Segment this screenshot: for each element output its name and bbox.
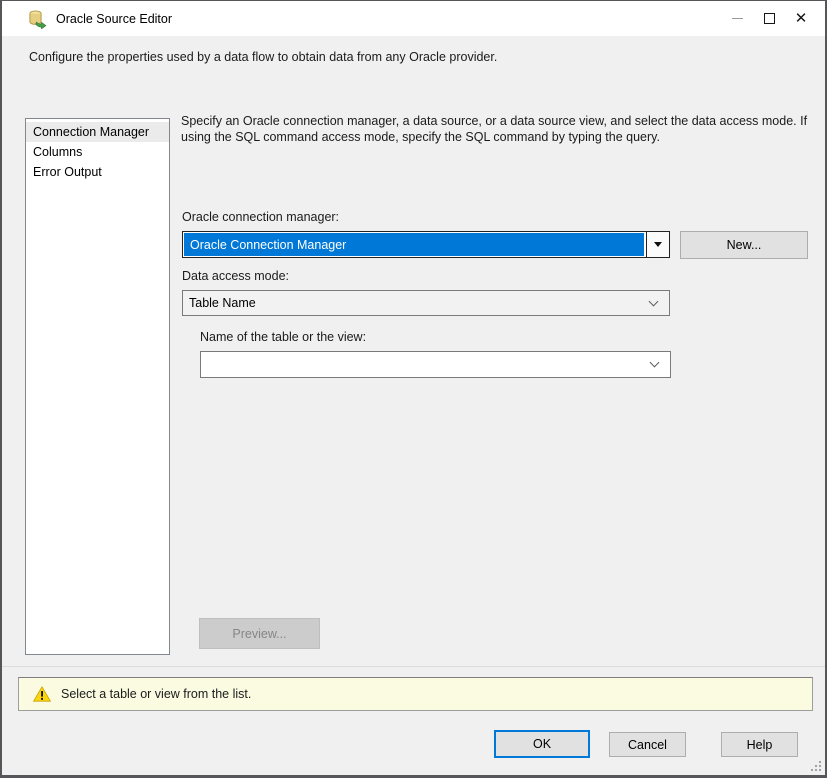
window-title: Oracle Source Editor: [56, 11, 173, 26]
dialog-description: Configure the properties used by a data …: [29, 50, 498, 64]
title-bar[interactable]: Oracle Source Editor ✕: [2, 1, 825, 36]
sidebar-item-columns[interactable]: Columns: [26, 142, 169, 162]
sidebar-item-connection-manager[interactable]: Connection Manager: [26, 122, 169, 142]
connection-manager-combobox[interactable]: Oracle Connection Manager: [182, 231, 670, 258]
warning-bar: Select a table or view from the list.: [18, 677, 813, 711]
table-name-combobox[interactable]: [200, 351, 671, 378]
close-button[interactable]: ✕: [785, 1, 817, 36]
oracle-source-editor-dialog: Oracle Source Editor ✕ Configure the pro…: [0, 0, 827, 778]
chevron-down-icon: [649, 357, 660, 368]
minimize-button[interactable]: [721, 1, 753, 36]
help-button[interactable]: Help: [721, 732, 798, 757]
maximize-icon: [763, 13, 775, 24]
data-access-mode-combobox[interactable]: Table Name: [182, 290, 670, 316]
dropdown-arrow-icon: [654, 242, 662, 247]
connection-manager-label: Oracle connection manager:: [182, 210, 340, 224]
new-connection-button[interactable]: New...: [680, 231, 808, 259]
minimize-icon: [731, 18, 743, 19]
preview-button[interactable]: Preview...: [199, 618, 320, 649]
panel-description: Specify an Oracle connection manager, a …: [181, 114, 808, 144]
sidebar-item-error-output[interactable]: Error Output: [26, 162, 169, 182]
page-list: Connection Manager Columns Error Output: [25, 118, 170, 655]
cancel-button[interactable]: Cancel: [609, 732, 686, 757]
ok-button[interactable]: OK: [494, 730, 590, 758]
connection-manager-dropdown-button[interactable]: [646, 232, 669, 257]
data-access-mode-label: Data access mode:: [182, 269, 289, 283]
window-controls: ✕: [721, 1, 817, 36]
maximize-button[interactable]: [753, 1, 785, 36]
connection-manager-value: Oracle Connection Manager: [184, 233, 644, 256]
app-database-icon: [29, 10, 47, 29]
chevron-down-icon: [648, 296, 659, 306]
table-name-label: Name of the table or the view:: [200, 330, 367, 344]
data-access-mode-value: Table Name: [189, 296, 256, 310]
warning-message: Select a table or view from the list.: [61, 687, 252, 701]
warning-triangle-icon: [33, 686, 51, 702]
resize-grip[interactable]: [810, 760, 821, 771]
close-icon: ✕: [794, 10, 808, 27]
bottom-separator: [2, 666, 825, 667]
